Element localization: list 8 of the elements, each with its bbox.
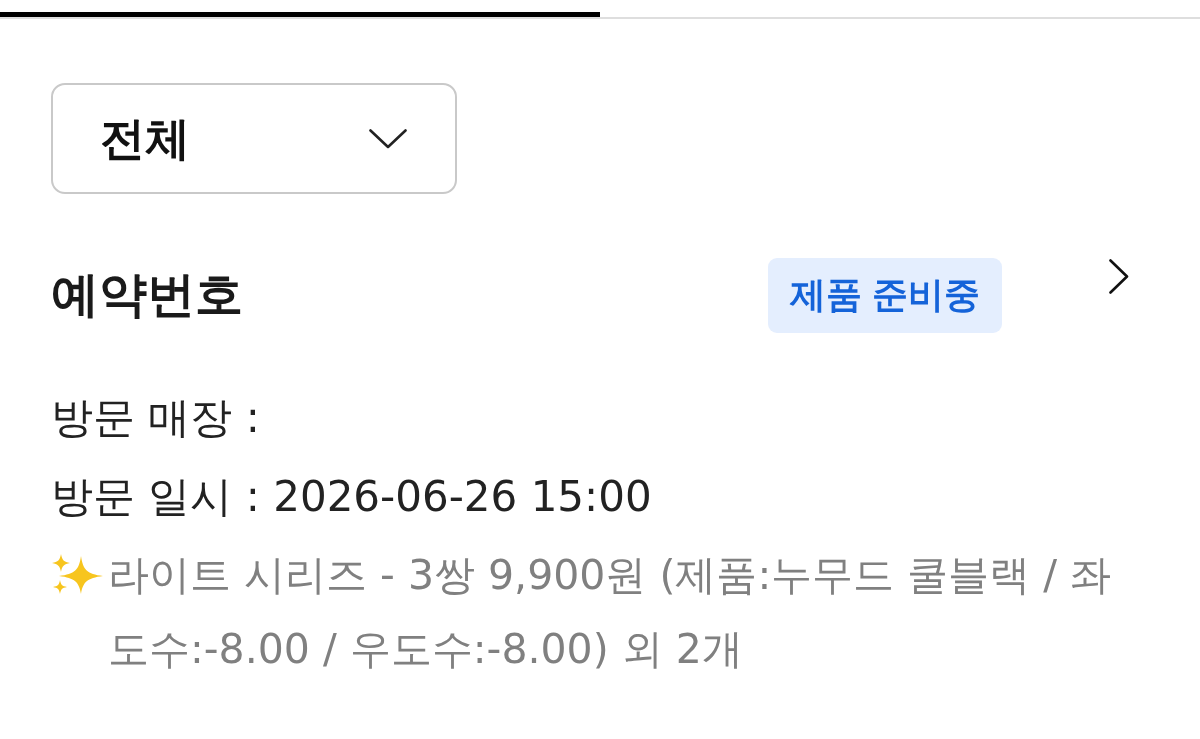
item-summary-text: 라이트 시리즈 - 3쌍 9,900원 (제품:누무드 쿨블랙 / 좌도수:-8.00 / 우도수:-8.00) 외 2개 [108, 550, 1113, 675]
filter-dropdown[interactable]: 전체 [51, 83, 457, 194]
chevron-down-icon [369, 128, 407, 149]
chevron-right-icon[interactable] [1109, 259, 1129, 294]
reservation-title: 예약번호 [51, 271, 243, 319]
status-badge: 제품 준비중 [768, 257, 1002, 333]
detail-text: 방문 일시 : 2026-06-26 15:00 [51, 471, 652, 523]
detail-text: 방문 매장 : [51, 392, 260, 444]
